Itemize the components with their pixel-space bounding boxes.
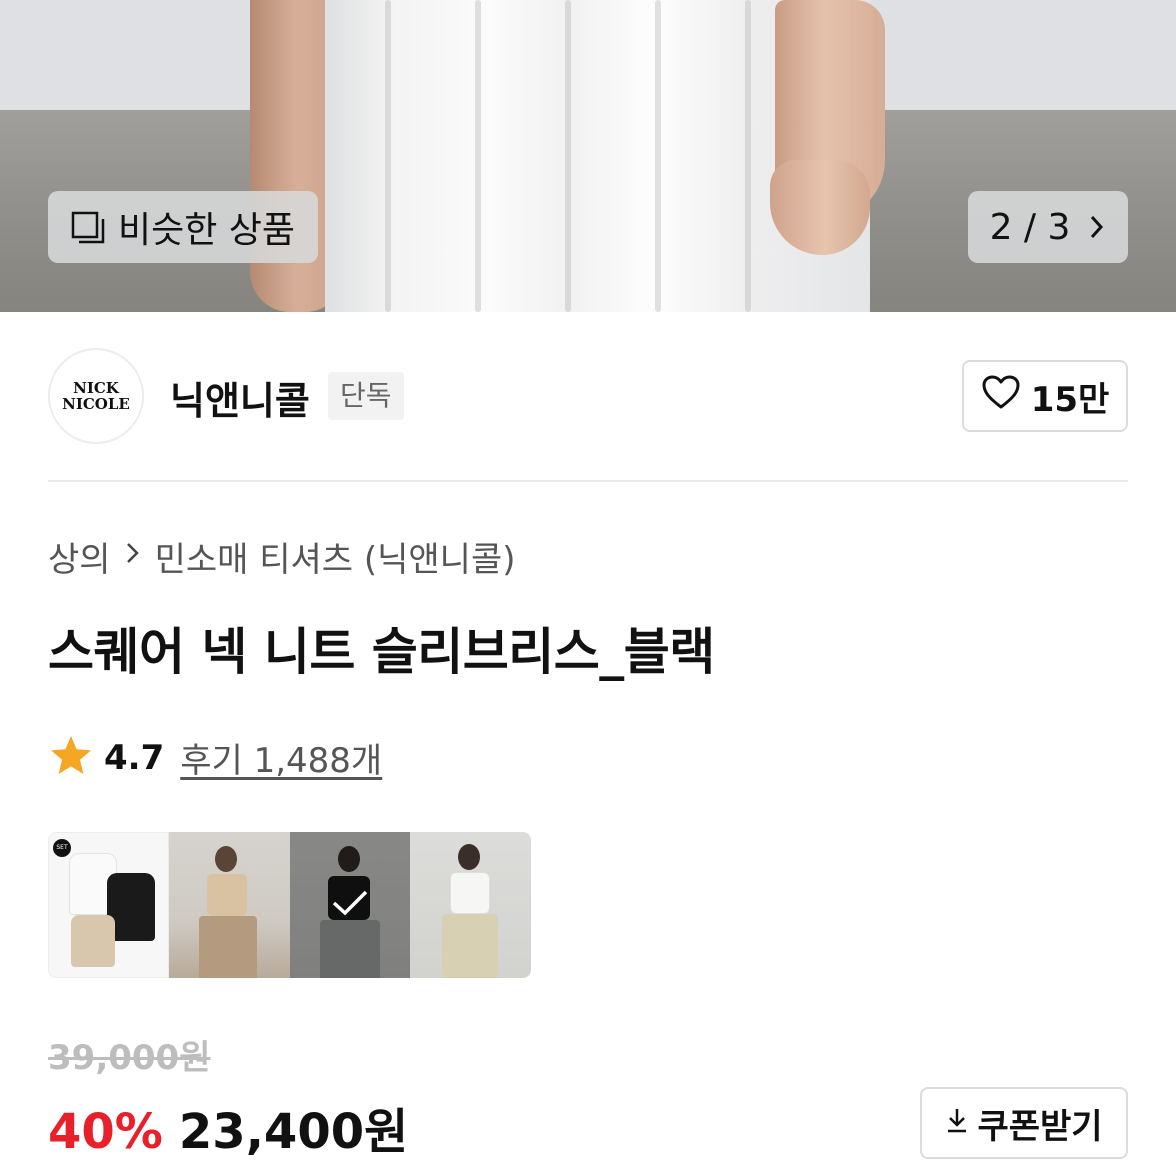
top-beige-image	[71, 915, 115, 967]
image-pager-button[interactable]: 2 / 3	[968, 191, 1128, 263]
exclusive-badge: 단독	[328, 372, 404, 420]
option-thumbnail[interactable]: SET	[48, 832, 169, 978]
similar-products-button[interactable]: 비슷한 상품	[48, 191, 318, 263]
heart-icon	[981, 374, 1021, 419]
skirt-fold	[475, 0, 481, 312]
coupon-download-button[interactable]: 쿠폰받기	[920, 1087, 1128, 1159]
similar-products-icon	[70, 209, 106, 245]
chevron-right-icon	[1088, 213, 1106, 241]
coupon-label: 쿠폰받기	[977, 1106, 1103, 1147]
chevron-right-icon	[125, 539, 141, 574]
breadcrumb-subcategory[interactable]: 민소매 티셔츠 (닉앤니콜)	[155, 532, 516, 581]
brand-logo-line1: NICK	[73, 379, 119, 397]
model-head-image	[214, 846, 237, 872]
download-icon	[945, 1103, 969, 1143]
selected-overlay	[289, 832, 411, 978]
sale-price: 23,400원	[178, 1104, 409, 1160]
option-thumbnails: SET	[48, 832, 531, 978]
rating-row: 4.7 후기 1,488개	[48, 733, 382, 782]
model-top-image	[450, 872, 491, 914]
option-thumbnail[interactable]	[410, 832, 531, 978]
like-count: 15만	[1030, 379, 1110, 420]
star-icon	[48, 734, 94, 782]
skirt-fold	[565, 0, 571, 312]
divider	[48, 480, 1128, 482]
checkmark-icon	[330, 888, 370, 922]
breadcrumb: 상의 민소매 티셔츠 (닉앤니콜)	[48, 532, 516, 581]
price-row: 40% 23,400원	[48, 1092, 408, 1162]
image-pager-text: 2 / 3	[989, 206, 1071, 248]
set-badge: SET	[53, 839, 71, 857]
breadcrumb-category[interactable]: 상의	[48, 532, 111, 581]
option-thumbnail[interactable]	[168, 832, 290, 978]
brand-name-link[interactable]: 닉앤니콜	[170, 370, 310, 425]
reviews-link[interactable]: 후기 1,488개	[180, 733, 382, 782]
like-button[interactable]: 15만	[962, 360, 1128, 432]
model-head-image	[458, 844, 481, 870]
rating-score: 4.7	[104, 737, 165, 778]
skirt-fold	[745, 0, 751, 312]
similar-products-label: 비슷한 상품	[118, 210, 296, 251]
discount-rate: 40%	[48, 1104, 163, 1160]
option-thumbnail-selected[interactable]	[289, 832, 411, 978]
brand-logo-line2: NICOLE	[62, 395, 130, 413]
model-bottom-image	[198, 916, 257, 978]
product-hero-image[interactable]: 비슷한 상품 2 / 3	[0, 0, 1176, 312]
original-price: 39,000원	[48, 1038, 211, 1078]
model-top-image	[206, 874, 247, 916]
skirt-fold	[385, 0, 391, 312]
model-bottom-image	[442, 914, 499, 978]
brand-logo[interactable]: NICK NICOLE	[48, 348, 144, 444]
product-title: 스퀘어 넥 니트 슬리브리스_블랙	[48, 623, 715, 681]
skirt-fold	[655, 0, 661, 312]
